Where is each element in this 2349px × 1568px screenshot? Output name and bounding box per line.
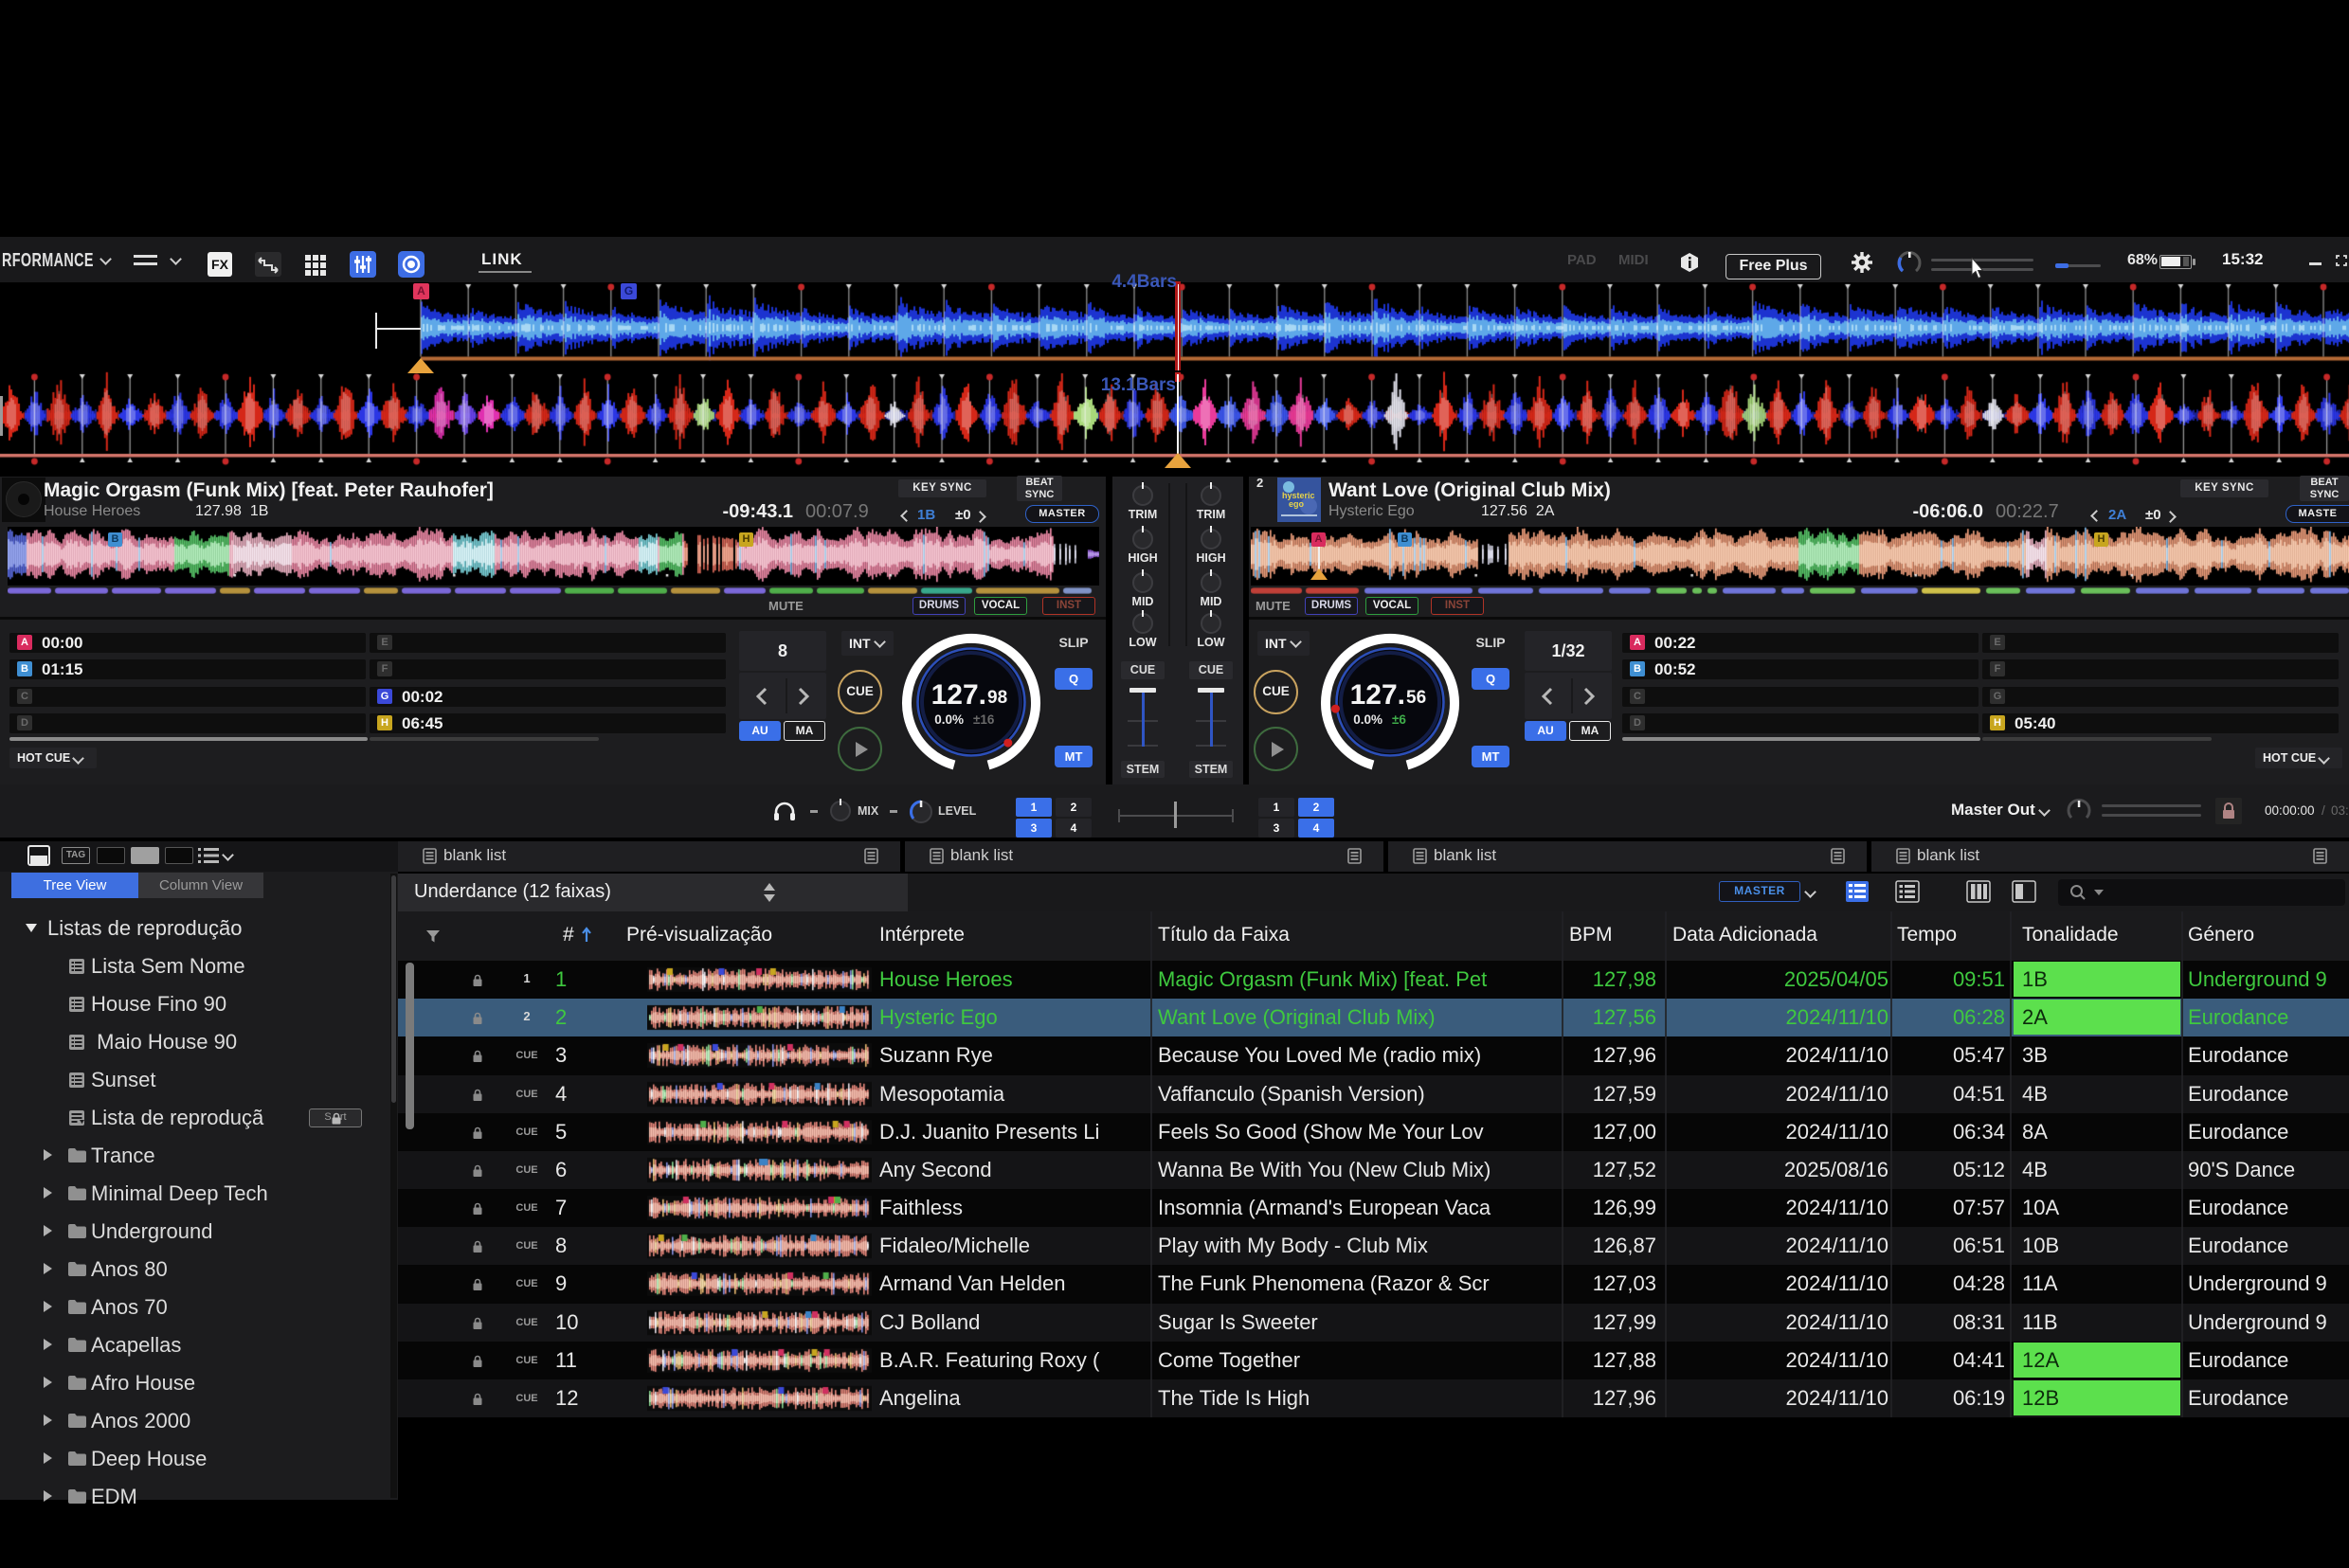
svg-text:ego: ego xyxy=(1289,499,1305,509)
